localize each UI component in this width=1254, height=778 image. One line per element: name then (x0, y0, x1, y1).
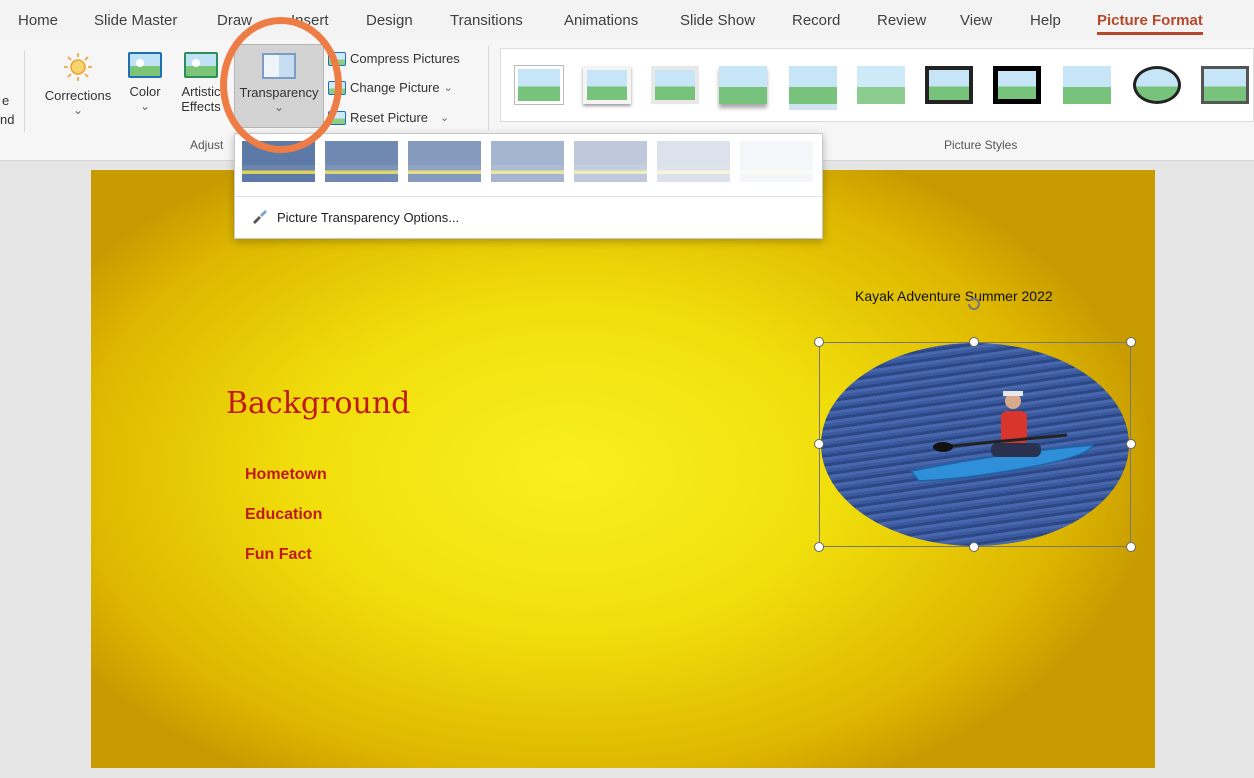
bullet-item[interactable]: Hometown (245, 466, 327, 484)
tab-animations[interactable]: Animations (564, 12, 638, 29)
picture-style-thumb[interactable] (1133, 66, 1181, 104)
change-picture-label: Change Picture (350, 80, 440, 95)
picture-caption[interactable]: Kayak Adventure Summer 2022 (855, 288, 1053, 304)
tab-home[interactable]: Home (18, 12, 58, 29)
resize-handle[interactable] (814, 542, 824, 552)
slide-title[interactable]: Background (226, 386, 410, 421)
picture-transparency-options-label: Picture Transparency Options... (277, 209, 460, 225)
resize-handle[interactable] (1126, 542, 1136, 552)
transparency-preset-thumb[interactable] (657, 141, 730, 182)
resize-handle[interactable] (969, 337, 979, 347)
group-label-adjust: Adjust (190, 138, 224, 152)
ribbon-tab-bar: Home Slide Master Draw Insert Design Tra… (0, 0, 1254, 40)
change-picture-button[interactable]: Change Picture ⌄ (328, 80, 453, 95)
color-button[interactable]: Color ⌄ (123, 52, 167, 113)
resize-handle[interactable] (969, 542, 979, 552)
reset-picture-label: Reset Picture (350, 110, 429, 125)
picture-style-thumb[interactable] (719, 66, 767, 104)
ribbon-cut-label-bottom: nd (0, 112, 15, 127)
picture-selection-box (819, 342, 1131, 547)
chevron-down-icon: ⌄ (72, 103, 84, 117)
tab-slide-master[interactable]: Slide Master (94, 12, 177, 29)
highlight-circle (220, 17, 342, 153)
picture-style-thumb[interactable] (583, 66, 631, 104)
transparency-dropdown: Picture Transparency Options... (234, 133, 823, 239)
artistic-effects-icon (184, 52, 218, 78)
picture-style-thumb[interactable] (515, 66, 563, 104)
tab-transitions[interactable]: Transitions (450, 12, 523, 29)
bullet-item[interactable]: Education (245, 506, 322, 524)
ribbon-separator (488, 46, 489, 130)
picture-style-thumb[interactable] (789, 66, 837, 104)
tab-record[interactable]: Record (792, 12, 840, 29)
picture-style-thumb[interactable] (857, 66, 905, 104)
chevron-down-icon: ⌄ (440, 112, 450, 124)
resize-handle[interactable] (814, 439, 824, 449)
corrections-label: Corrections (44, 88, 112, 103)
reset-picture-button[interactable]: Reset Picture ⌄ (328, 110, 449, 125)
transparency-preset-thumb[interactable] (325, 141, 398, 182)
bullet-item[interactable]: Fun Fact (245, 546, 312, 564)
color-label: Color (129, 84, 161, 99)
resize-handle[interactable] (1126, 337, 1136, 347)
picture-transparency-options-item[interactable]: Picture Transparency Options... (251, 208, 459, 226)
tab-help[interactable]: Help (1030, 12, 1061, 29)
corrections-button[interactable]: Corrections ⌄ (38, 52, 118, 117)
compress-pictures-label: Compress Pictures (350, 51, 460, 66)
resize-handle[interactable] (814, 337, 824, 347)
tab-view[interactable]: View (960, 12, 992, 29)
transparency-preset-thumb[interactable] (574, 141, 647, 182)
picture-styles-gallery (500, 48, 1254, 122)
tab-review[interactable]: Review (877, 12, 926, 29)
chevron-down-icon: ⌄ (139, 99, 151, 113)
tab-draw[interactable]: Draw (217, 12, 252, 29)
chevron-down-icon: ⌄ (443, 82, 453, 94)
picture-style-thumb[interactable] (925, 66, 973, 104)
artistic-effects-label-2: Effects (181, 99, 221, 114)
sun-icon (61, 52, 95, 82)
tab-picture-format[interactable]: Picture Format (1097, 12, 1203, 35)
paintbrush-icon (251, 208, 269, 226)
tab-design[interactable]: Design (366, 12, 413, 29)
tab-slide-show[interactable]: Slide Show (680, 12, 755, 29)
compress-pictures-button[interactable]: Compress Pictures (328, 51, 460, 66)
color-icon (128, 52, 162, 78)
resize-handle[interactable] (1126, 439, 1136, 449)
rotate-handle-icon[interactable] (966, 296, 982, 312)
ribbon-separator (24, 50, 25, 132)
transparency-preset-thumb[interactable] (491, 141, 564, 182)
transparency-preset-thumb[interactable] (740, 141, 813, 182)
group-label-picture-styles: Picture Styles (944, 138, 1018, 152)
picture-style-thumb[interactable] (993, 66, 1041, 104)
picture-style-thumb[interactable] (651, 66, 699, 104)
picture-style-thumb[interactable] (1063, 66, 1111, 104)
ribbon-cut-label-top: e (2, 93, 10, 108)
picture-style-thumb[interactable] (1201, 66, 1249, 104)
dropdown-separator (235, 196, 822, 197)
transparency-preset-thumb[interactable] (408, 141, 481, 182)
